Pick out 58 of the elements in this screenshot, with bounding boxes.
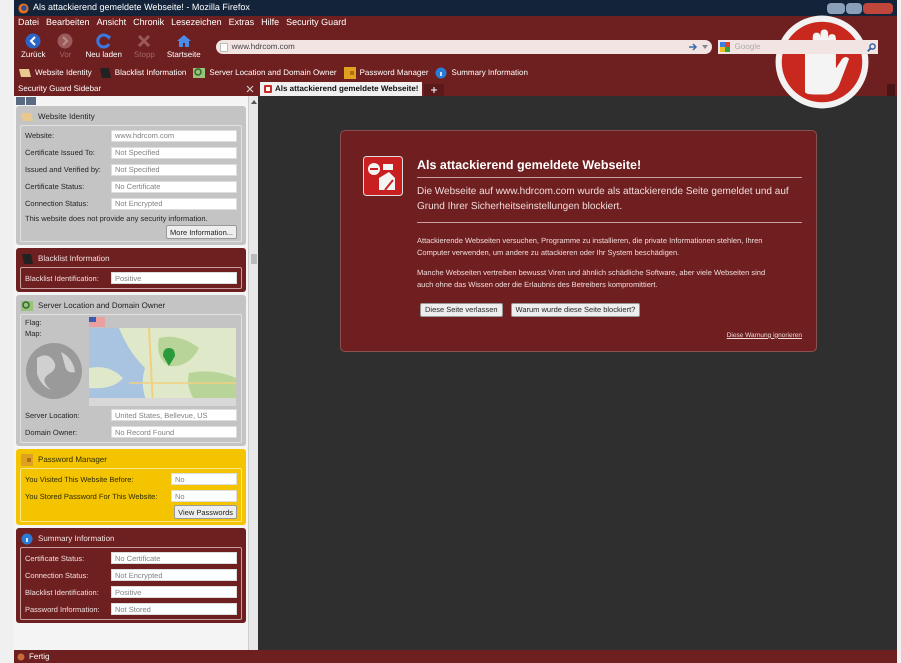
- menu-item[interactable]: Chronik: [133, 16, 164, 30]
- address-field[interactable]: www.hdrcom.com: [216, 40, 712, 54]
- panel-title: Summary Information: [38, 532, 114, 545]
- bookmark-item[interactable]: Blacklist Information: [98, 67, 186, 79]
- home-icon: [176, 33, 192, 49]
- status-icon: [17, 652, 25, 660]
- page-icon: [220, 42, 228, 52]
- new-tab-button[interactable]: [424, 84, 444, 96]
- window-title: Als attackierend gemeldete Webseite! - Mozilla Firefox: [33, 1, 250, 14]
- menu-item[interactable]: Ansicht: [96, 16, 126, 30]
- magnifier-map-icon: [192, 67, 206, 79]
- toolbar-item[interactable]: Zurück: [18, 33, 48, 61]
- browser-logo-icon: [18, 2, 29, 14]
- scroll-icon: [20, 110, 34, 122]
- close-icon[interactable]: [246, 85, 254, 93]
- safe-icon: [342, 67, 357, 79]
- minimize-button[interactable]: [827, 2, 845, 14]
- safe-icon: [20, 454, 34, 466]
- scrollbar[interactable]: [248, 96, 258, 650]
- menu-item[interactable]: Datei: [18, 16, 40, 30]
- menu-item[interactable]: Extras: [228, 16, 254, 30]
- status-text: Fertig: [29, 650, 50, 662]
- reload-icon: [96, 33, 112, 49]
- info-icon: [20, 532, 34, 545]
- warning-message: Die Webseite auf www.hdrcom.com wurde als attackierende Seite gemeldet und auf Grund Ihrer Sicherheitseinstellungen blockiert.: [417, 184, 802, 223]
- guard-icon: [363, 156, 403, 196]
- search-engine-icon[interactable]: [720, 42, 732, 52]
- browser-tab[interactable]: Als attackierend gemeldete Webseite!: [260, 82, 422, 96]
- warning-title: Als attackierend gemeldete Webseite!: [417, 156, 802, 178]
- scroll-icon: [18, 67, 32, 79]
- search-icon[interactable]: [866, 42, 876, 52]
- warning-sign-icon: [264, 85, 272, 93]
- flag-icon: [89, 317, 105, 328]
- panel-title: Password Manager: [38, 454, 107, 466]
- sidebar-title: Security Guard Sidebar: [18, 83, 102, 95]
- menu-item[interactable]: Security Guard: [286, 16, 346, 30]
- magnifier-map-icon: [20, 300, 34, 312]
- menu-item[interactable]: Lesezeichen: [171, 16, 222, 30]
- panel-title: Website Identity: [38, 110, 95, 122]
- plus-icon: [431, 87, 438, 93]
- toolbar-item[interactable]: Startseite: [164, 33, 204, 61]
- scroll-up-icon[interactable]: [250, 100, 256, 104]
- dropdown-caret-icon[interactable]: [702, 45, 708, 49]
- info-icon: [434, 67, 448, 79]
- menu-item[interactable]: Bearbeiten: [46, 16, 90, 30]
- maximize-button[interactable]: [846, 2, 862, 14]
- close-button[interactable]: [863, 2, 893, 14]
- bookmark-item[interactable]: Summary Information: [434, 67, 528, 79]
- menu-item[interactable]: Hilfe: [261, 16, 280, 30]
- stop-icon: [136, 33, 152, 49]
- toolbar-item[interactable]: Neu laden: [82, 33, 125, 61]
- bookmark-item[interactable]: Password Manager: [342, 67, 428, 79]
- panel-title: Blacklist Information: [38, 252, 110, 265]
- panel-title: Server Location and Domain Owner: [38, 300, 166, 312]
- bookmark-item[interactable]: Website Identity: [18, 67, 92, 79]
- go-arrow-icon[interactable]: [688, 43, 698, 51]
- scroll-thumb[interactable]: [250, 254, 256, 264]
- bookmark-item[interactable]: Server Location and Domain Owner: [192, 67, 337, 79]
